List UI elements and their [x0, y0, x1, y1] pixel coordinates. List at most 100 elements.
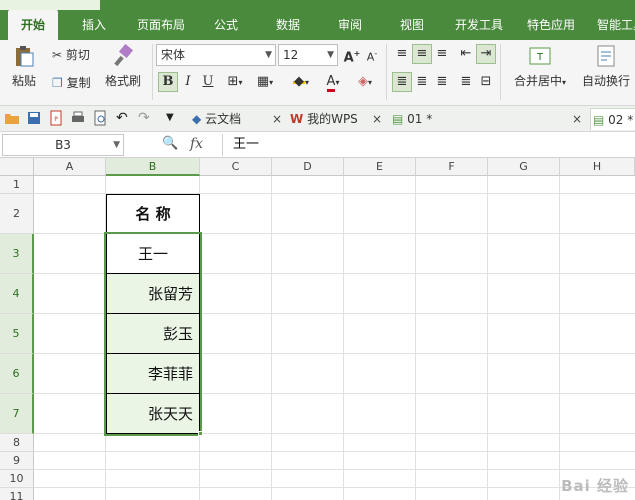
wrap-text-button[interactable]: 自动换行: [578, 42, 634, 89]
indent-increase-icon[interactable]: ⇥: [476, 44, 496, 64]
column-header-a[interactable]: A: [34, 158, 106, 176]
row-header[interactable]: 6: [0, 354, 34, 394]
column-header-g[interactable]: G: [488, 158, 560, 176]
doc-tab-label: 02 *: [608, 113, 634, 127]
underline-button[interactable]: U: [198, 72, 218, 92]
paste-button[interactable]: 粘贴: [4, 42, 44, 89]
row-header[interactable]: 9: [0, 452, 34, 470]
tab-view[interactable]: 视图: [386, 10, 438, 40]
tab-smart-tools[interactable]: 智能工具: [588, 10, 635, 40]
format-painter-button[interactable]: 格式刷: [100, 42, 146, 89]
doc-tab-01[interactable]: ▤ 01 * ×: [392, 108, 584, 130]
fill-bucket-icon: ◆: [292, 74, 305, 89]
align-right-icon[interactable]: ≣: [432, 72, 452, 92]
cell-b2-header[interactable]: 名 称: [106, 194, 200, 234]
font-color-button[interactable]: A▾: [318, 72, 348, 92]
copy-label: 复制: [66, 76, 91, 90]
gridline: [271, 176, 272, 500]
save-icon[interactable]: [26, 110, 42, 126]
tab-formula[interactable]: 公式: [200, 10, 252, 40]
zoom-icon[interactable]: 🔍: [162, 136, 178, 151]
doc-tab-cloud[interactable]: ◆ 云文档 ×: [192, 108, 288, 130]
italic-button[interactable]: I: [178, 72, 198, 92]
increase-font-icon[interactable]: A+: [342, 44, 362, 65]
cell-b4[interactable]: 张留芳: [106, 274, 200, 314]
cloud-doc-icon: ◆: [192, 112, 202, 126]
align-bottom-icon[interactable]: ≡: [432, 44, 452, 64]
column-header-c[interactable]: C: [200, 158, 272, 176]
close-icon[interactable]: ×: [272, 108, 282, 130]
close-icon[interactable]: ×: [372, 108, 382, 130]
cell-b3[interactable]: 王一: [106, 234, 200, 274]
doc-tab-label: 我的WPS: [307, 112, 358, 126]
tab-page-layout[interactable]: 页面布局: [128, 10, 194, 40]
font-size-select[interactable]: 12 ▼: [278, 44, 338, 66]
row-header[interactable]: 7: [0, 394, 34, 434]
redo-icon[interactable]: ↷: [138, 110, 154, 126]
customize-dropdown-icon[interactable]: ▼: [166, 110, 182, 126]
merge-center-button[interactable]: T 合并居中▾: [508, 42, 572, 89]
brush-icon: [114, 44, 134, 67]
align-center-icon[interactable]: ≣: [412, 72, 432, 92]
row-header[interactable]: 1: [0, 176, 34, 194]
tab-review[interactable]: 审阅: [324, 10, 376, 40]
tab-insert[interactable]: 插入: [68, 10, 120, 40]
decrease-font-icon[interactable]: A-: [362, 44, 382, 64]
cell-style-button[interactable]: ▦▾: [252, 72, 278, 92]
open-folder-icon[interactable]: [4, 110, 20, 126]
chevron-down-icon: ▼: [327, 50, 334, 60]
tab-home[interactable]: 开始: [8, 10, 58, 40]
export-pdf-icon[interactable]: P: [48, 110, 64, 126]
align-top-icon[interactable]: ≡: [392, 44, 412, 64]
paste-label: 粘贴: [11, 74, 36, 88]
app-menu[interactable]: [0, 0, 100, 10]
doc-tab-02[interactable]: ▤ 02 *: [590, 108, 635, 130]
column-header-e[interactable]: E: [344, 158, 416, 176]
fx-icon[interactable]: fx: [190, 136, 203, 152]
indent-decrease-icon[interactable]: ⇤: [456, 44, 476, 64]
column-header-d[interactable]: D: [272, 158, 344, 176]
cell-b7[interactable]: 张天天: [106, 394, 200, 434]
doc-tab-mywps[interactable]: W 我的WPS ×: [290, 108, 386, 130]
row-header[interactable]: 4: [0, 274, 34, 314]
cell-b6[interactable]: 李菲菲: [106, 354, 200, 394]
align-middle-icon[interactable]: ≡: [412, 44, 432, 64]
column-header-f[interactable]: F: [416, 158, 488, 176]
quick-access-bar: P ↶ ↷ ▼ ◆ 云文档 × W 我的WPS × ▤ 01 * × ▤ 02 …: [0, 106, 635, 132]
copy-button[interactable]: ❐ 复制: [52, 72, 91, 94]
row-header[interactable]: 10: [0, 470, 34, 488]
row-header[interactable]: 2: [0, 194, 34, 234]
fill-color-button[interactable]: ◆▾: [286, 72, 316, 92]
fill-handle[interactable]: [198, 431, 203, 436]
row-header[interactable]: 11: [0, 488, 34, 500]
border-button[interactable]: ⊞▾: [222, 72, 248, 92]
spreadsheet-grid: A B C D E F G H 1 2 3 4 5 6 7 8 9 10 11 …: [0, 158, 635, 500]
column-header-b[interactable]: B: [106, 158, 200, 176]
undo-icon[interactable]: ↶: [116, 110, 132, 126]
column-header-h[interactable]: H: [560, 158, 635, 176]
cell-b5[interactable]: 彭玉: [106, 314, 200, 354]
distributed-icon[interactable]: ⊟: [476, 72, 496, 92]
print-icon[interactable]: [70, 110, 86, 126]
row-header[interactable]: 3: [0, 234, 34, 274]
gridline: [34, 469, 635, 470]
align-left-icon[interactable]: ≣: [392, 72, 412, 92]
formula-input[interactable]: 王一: [222, 134, 634, 156]
row-header[interactable]: 8: [0, 434, 34, 452]
select-all-corner[interactable]: [0, 158, 34, 176]
font-size-value: 12: [283, 48, 299, 62]
close-icon[interactable]: ×: [572, 108, 582, 130]
font-name-select[interactable]: 宋体 ▼: [156, 44, 276, 66]
cut-button[interactable]: ✂ 剪切: [52, 44, 90, 66]
row-header[interactable]: 5: [0, 314, 34, 354]
wps-logo-icon: W: [290, 112, 304, 126]
tab-developer[interactable]: 开发工具: [446, 10, 512, 40]
justify-icon[interactable]: ≣: [456, 72, 476, 92]
copy-icon: ❐: [52, 76, 63, 90]
name-box[interactable]: B3 ▼: [2, 134, 124, 156]
bold-button[interactable]: B: [158, 72, 178, 92]
tab-features[interactable]: 特色应用: [518, 10, 584, 40]
tab-data[interactable]: 数据: [262, 10, 314, 40]
clear-format-button[interactable]: ◈▾: [352, 72, 378, 92]
print-preview-icon[interactable]: [92, 110, 108, 126]
